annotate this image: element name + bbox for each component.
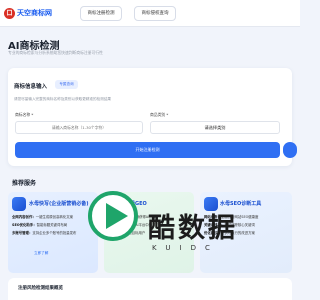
category-label: 商品类别 * [150, 112, 169, 117]
pen-icon [12, 197, 26, 211]
page-subtitle: 专业的商标检索与分析系统助您快速判断商标注册可行性 [8, 50, 103, 55]
result-overview-title: 注册风险检测结果概览 [18, 286, 63, 291]
nav-button-infringement-query[interactable]: 商标侵权查询 [134, 6, 176, 21]
start-check-button[interactable]: 开始注册检测 [15, 142, 280, 158]
status-badge: 专属查询 [55, 80, 78, 89]
nav-button-trademark-check[interactable]: 商标注册检测 [80, 6, 122, 21]
card-description: 请您尽量输入完整的商标名称及类别以获取更精准的检测结果 [14, 97, 112, 101]
watermark-subtext: KUIDC [152, 244, 219, 252]
site-logo-text[interactable]: 天空商标网 [17, 8, 52, 18]
floating-action-button[interactable] [283, 142, 297, 158]
service-feature: 多账号管理：支持企业多个账号的批量发布 [12, 231, 77, 235]
service-feature: 全网内容创作：一键生成原创高转化文案 [12, 215, 74, 219]
category-select[interactable]: 请选择类别 [150, 121, 280, 134]
top-nav: 口 天空商标网 商标注册检测 商标侵权查询 [0, 0, 300, 27]
service-card-title: 水母快写(企业版营销必备) [29, 201, 89, 207]
watermark-text: 酷数据 [148, 213, 238, 244]
card-title: 商标信息输入 [14, 84, 48, 90]
services-section-title: 推荐服务 [12, 180, 37, 187]
trademark-name-input[interactable] [15, 121, 143, 134]
learn-more-link[interactable]: 立即了解 [34, 251, 48, 256]
logo-icon[interactable]: 口 [4, 8, 15, 19]
trademark-name-label: 商标名称 * [15, 112, 34, 117]
service-feature: SEO优化助手：智能标题关键词布局 [12, 223, 68, 227]
watermark-play-triangle [106, 203, 128, 229]
